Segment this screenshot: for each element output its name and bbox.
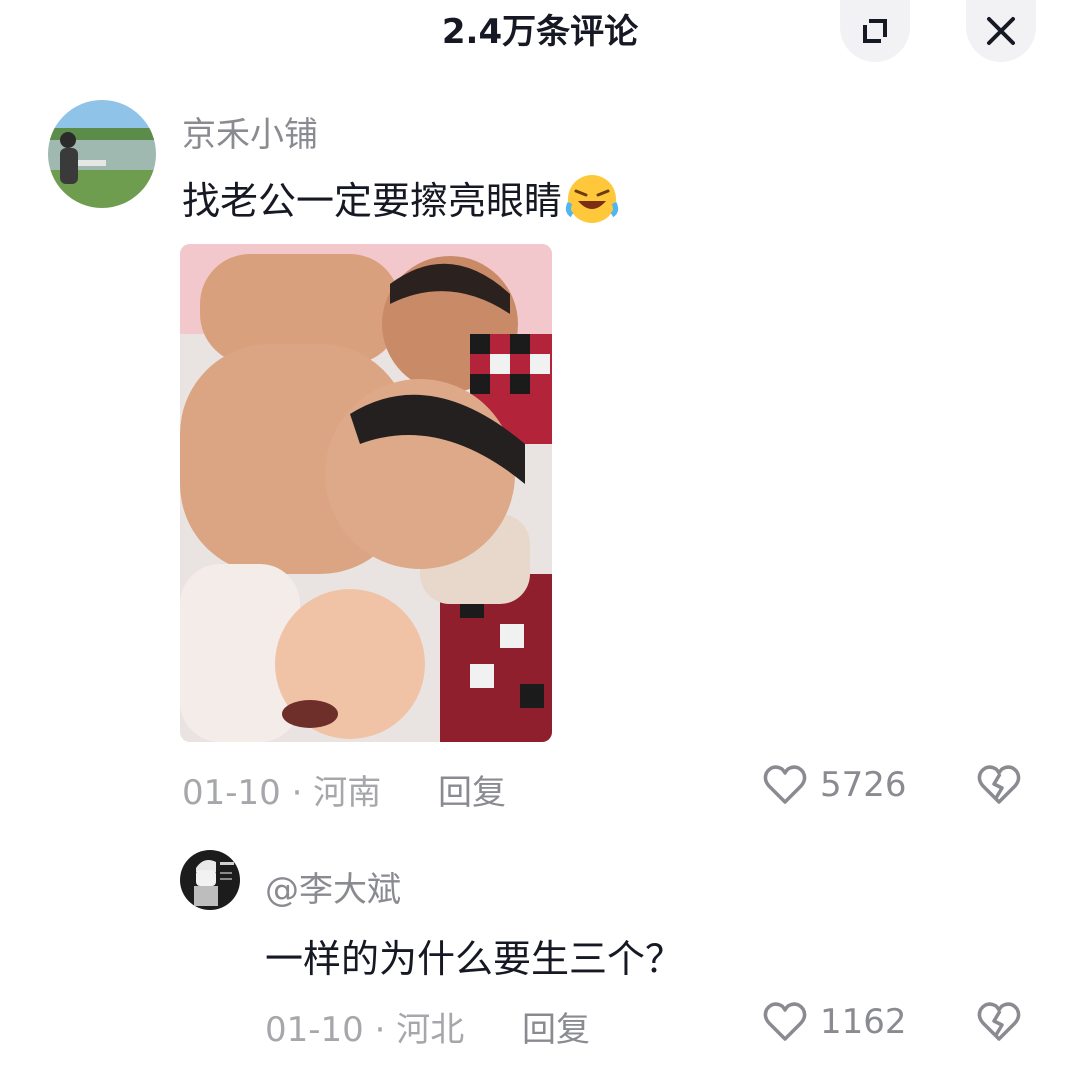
avatar[interactable] (180, 850, 240, 910)
dislike-button[interactable] (976, 999, 1022, 1045)
reply-button[interactable]: 回复 (438, 765, 506, 814)
reply-username[interactable]: @李大斌 (265, 862, 401, 911)
comment-username[interactable]: 京禾小铺 (182, 107, 318, 156)
cartoon-character-avatar-icon (180, 850, 240, 910)
reply-button[interactable]: 回复 (522, 1002, 590, 1051)
heart-icon (763, 765, 807, 804)
person-by-lake-avatar-icon (48, 100, 156, 208)
broken-heart-icon (977, 765, 1021, 804)
expand-icon (863, 19, 887, 43)
comment-date-location: 01-10 · 河南 (182, 773, 382, 813)
rolling-laughing-emoji-icon (564, 173, 620, 234)
sleeping-family-photo-icon (180, 244, 552, 742)
like-count: 5726 (820, 765, 907, 805)
close-icon (987, 17, 1015, 45)
avatar[interactable] (48, 100, 156, 208)
comment-text: 找老公一定要擦亮眼睛 (182, 170, 620, 234)
dislike-button[interactable] (976, 762, 1022, 808)
comment-image[interactable] (180, 244, 552, 742)
like-count: 1162 (820, 1002, 907, 1042)
like-button[interactable] (762, 762, 808, 808)
broken-heart-icon (977, 1002, 1021, 1041)
reply-text: 一样的为什么要生三个？ (265, 937, 684, 981)
reply-date-location: 01-10 · 河北 (265, 1010, 465, 1050)
heart-icon (763, 1002, 807, 1041)
comments-count-title: 2.4万条评论 (441, 12, 639, 52)
like-button[interactable] (762, 999, 808, 1045)
